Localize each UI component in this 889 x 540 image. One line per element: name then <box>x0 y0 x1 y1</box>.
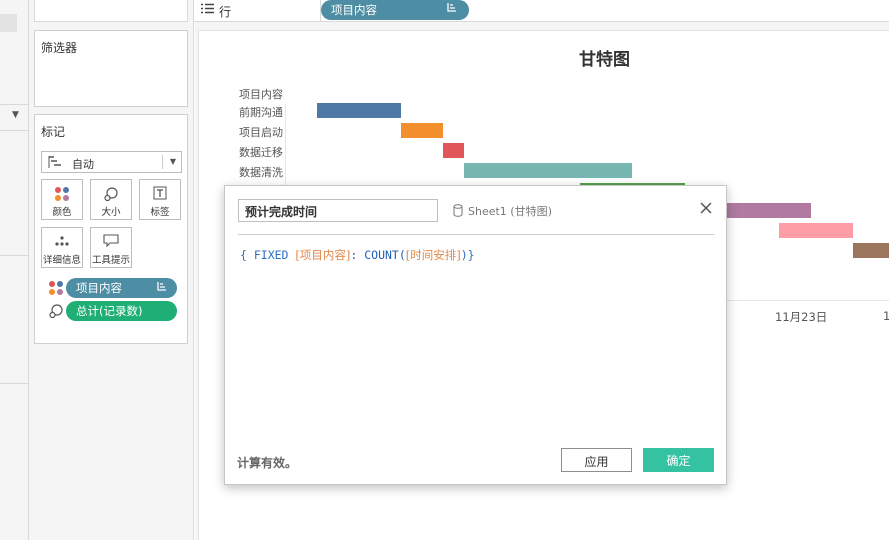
formula-editor[interactable]: { FIXED [项目内容]: COUNT([时间安排])} <box>240 247 475 263</box>
data-source-name: Sheet1 <box>468 205 507 218</box>
divider <box>0 130 29 131</box>
divider <box>162 155 163 169</box>
size-label: 大小 <box>101 207 121 218</box>
mark-type-label: 自动 <box>72 158 94 171</box>
divider <box>238 234 715 235</box>
x-tick-label: 1 <box>883 309 889 323</box>
chevron-down-icon[interactable]: ▼ <box>12 110 19 120</box>
mark-type-select[interactable]: 自动 ▼ <box>41 151 182 173</box>
color-label: 颜色 <box>52 207 72 218</box>
gantt-bar[interactable] <box>724 203 811 218</box>
apply-button[interactable]: 应用 <box>561 448 632 472</box>
ok-button[interactable]: 确定 <box>643 448 714 472</box>
chevron-down-icon: ▼ <box>169 157 176 166</box>
color-button[interactable]: 颜色 <box>41 179 83 220</box>
gantt-mark-icon <box>48 156 62 171</box>
gantt-bar[interactable] <box>464 163 632 178</box>
formula-field: [时间安排] <box>405 248 461 262</box>
rows-field-pill[interactable]: 项目内容 <box>321 0 469 20</box>
text-label-icon <box>140 186 180 202</box>
pill-label: 项目内容 <box>76 281 122 295</box>
size-field-pill[interactable]: 总计(记录数) <box>66 301 177 321</box>
formula-text: { FIXED <box>240 248 296 262</box>
detail-label: 详细信息 <box>42 255 81 266</box>
divider <box>0 255 29 256</box>
tooltip-label: 工具提示 <box>91 255 130 266</box>
sort-icon <box>157 281 167 294</box>
row-label: 项目启动 <box>239 126 283 139</box>
row-label: 数据迁移 <box>239 146 283 159</box>
color-dots-icon <box>42 186 82 202</box>
row-header-label: 项目内容 <box>239 88 283 101</box>
size-button[interactable]: 大小 <box>90 179 132 220</box>
filters-title: 筛选器 <box>41 41 78 55</box>
gantt-bar[interactable] <box>317 103 401 118</box>
formula-field: [项目内容] <box>295 248 351 262</box>
data-source-sheet: (甘特图) <box>510 205 552 218</box>
size-icon <box>91 186 131 202</box>
marks-card: 标记 自动 ▼ 颜色 大小 标签 详细信息 工具提示 项目内容 总计(记录数) <box>34 114 188 344</box>
rows-shelf-label: 行 <box>219 5 232 19</box>
formula-text: )} <box>460 248 475 262</box>
data-pane-tab[interactable] <box>0 14 17 32</box>
gantt-bar[interactable] <box>853 243 889 258</box>
label-button[interactable]: 标签 <box>139 179 181 220</box>
pill-label: 总计(记录数) <box>76 304 143 318</box>
formula-function: : COUNT( <box>350 248 406 262</box>
rows-shelf[interactable]: 行 项目内容 <box>194 0 889 22</box>
detail-dots-icon <box>42 234 82 250</box>
rows-icon <box>201 3 214 17</box>
color-field-pill[interactable]: 项目内容 <box>66 278 177 298</box>
divider <box>0 104 29 105</box>
tooltip-button[interactable]: 工具提示 <box>90 227 132 268</box>
row-label: 前期沟通 <box>239 106 283 119</box>
calculation-dialog: 预计完成时间 Sheet1 (甘特图) { FIXED [项目内容]: COUN… <box>224 185 727 485</box>
close-icon[interactable] <box>698 200 714 216</box>
database-icon <box>453 204 463 217</box>
tooltip-icon <box>91 234 131 250</box>
pages-card <box>34 0 188 22</box>
marks-title: 标记 <box>41 125 66 139</box>
calculation-name-field[interactable]: 预计完成时间 <box>238 199 438 222</box>
sort-icon <box>447 2 457 15</box>
calculation-status: 计算有效。 <box>237 456 298 470</box>
pill-label: 项目内容 <box>331 3 377 17</box>
label-label: 标签 <box>150 207 170 218</box>
chart-title: 甘特图 <box>579 50 630 70</box>
divider <box>0 383 29 384</box>
size-icon <box>48 303 64 322</box>
detail-button[interactable]: 详细信息 <box>41 227 83 268</box>
x-tick-label: 11月23日 <box>775 310 828 324</box>
color-dots-icon <box>48 280 64 299</box>
row-label: 数据清洗 <box>239 166 283 179</box>
gantt-bar[interactable] <box>443 143 464 158</box>
data-source-label: Sheet1 (甘特图) <box>468 203 552 219</box>
data-pane-strip: ▼ <box>0 0 29 540</box>
filters-card[interactable]: 筛选器 <box>34 30 188 107</box>
gantt-bar[interactable] <box>401 123 443 138</box>
gantt-bar[interactable] <box>779 223 853 238</box>
